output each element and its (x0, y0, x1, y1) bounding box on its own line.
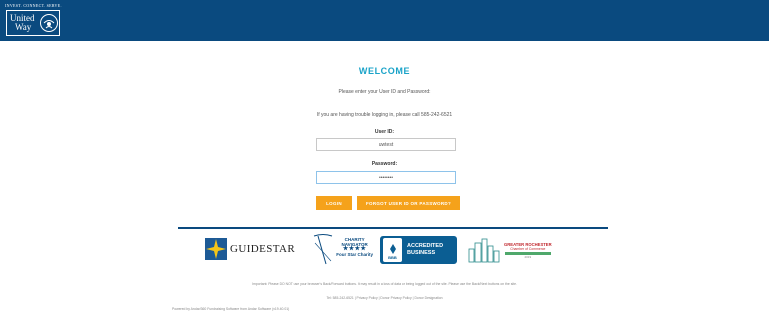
city-skyline-icon (468, 238, 500, 263)
bbb-torch-icon: BBB (383, 238, 402, 262)
site-header: INVEST. CONNECT. SERVE. United Way (0, 0, 769, 41)
charity-navigator-line3: Four Star Charity (336, 252, 373, 257)
guidestar-badge[interactable]: GUIDESTAR (205, 238, 307, 260)
user-id-field[interactable] (316, 138, 456, 151)
united-way-emblem-icon (40, 14, 58, 32)
powered-by-text: Powered by Andar/360 Fundraising Softwar… (172, 307, 290, 311)
logo-wordmark: United Way (7, 14, 39, 32)
password-label: Password: (371, 161, 398, 167)
user-id-label: User ID: (374, 129, 395, 135)
chamber-line3: 2019 (524, 254, 532, 259)
instruction-text: Please enter your User ID and Password: (338, 89, 431, 95)
login-button[interactable]: LOGIN (316, 196, 352, 210)
forgot-credentials-button[interactable]: FORGOT USER ID OR PASSWORD? (357, 196, 460, 210)
help-text: If you are having trouble logging in, pl… (316, 112, 453, 118)
rochester-chamber-badge[interactable]: GREATER ROCHESTER Chamber of Commerce 20… (467, 236, 572, 264)
guidestar-star-icon (205, 238, 227, 260)
united-way-logo[interactable]: United Way (6, 10, 60, 36)
password-field[interactable] (316, 171, 456, 184)
bbb-badge[interactable]: BBB ACCREDITED BUSINESS (380, 236, 457, 264)
chamber-line1: GREATER ROCHESTER (504, 241, 552, 247)
page-title: WELCOME (358, 66, 411, 76)
bbb-line2: BUSINESS (407, 250, 436, 256)
chamber-line2: Chamber of Commerce (510, 246, 546, 251)
divider (178, 227, 608, 229)
header-tagline: INVEST. CONNECT. SERVE. (5, 3, 62, 8)
guidestar-label: GUIDESTAR (230, 243, 296, 255)
footer-links[interactable]: Tel: 585-242-6521 | Privacy Policy | Don… (0, 296, 769, 300)
navigation-notice: Important: Please DO NOT use your browse… (252, 282, 517, 286)
charity-navigator-badge[interactable]: CHARITY NAVIGATOR ★★★★ Four Star Charity (312, 233, 377, 266)
logo-line2: Way (15, 22, 32, 32)
charity-navigator-compass-icon (313, 234, 333, 265)
bbb-seal-label: BBB (388, 255, 397, 260)
bbb-line1: ACCREDITED (407, 243, 444, 249)
